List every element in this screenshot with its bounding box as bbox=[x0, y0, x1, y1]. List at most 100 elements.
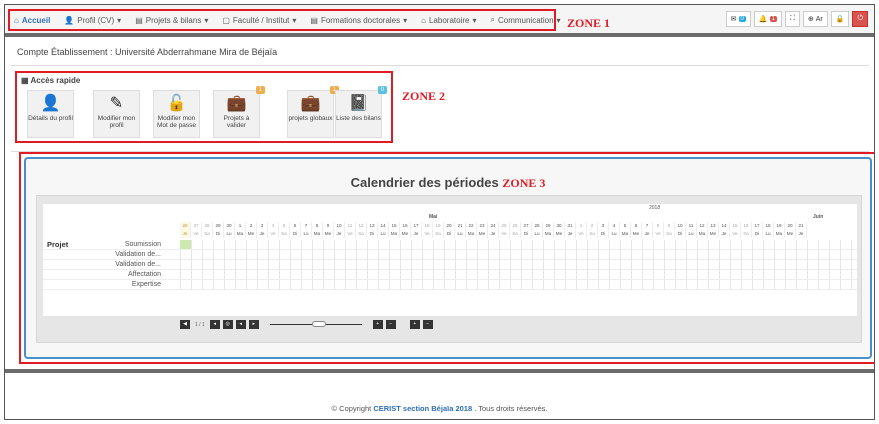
power-button[interactable]: ⏻ bbox=[852, 11, 868, 27]
year-label: 2018 bbox=[649, 205, 661, 211]
day-number-cell: 12 bbox=[697, 222, 708, 230]
month-row: Mai Juin bbox=[43, 213, 857, 222]
day-number-cell: 18 bbox=[422, 222, 433, 230]
day-number-cell: 9 bbox=[664, 222, 675, 230]
day-name-cell: Di bbox=[213, 230, 224, 238]
footer-org: CERIST section Béjaïa 2018 bbox=[373, 404, 473, 413]
prev-button[interactable]: ◂ bbox=[209, 320, 220, 329]
day-number-cell: 15 bbox=[730, 222, 741, 230]
day-name-cell: Ve bbox=[653, 230, 664, 238]
quick-access-title: ▦ Accès rapide bbox=[21, 76, 81, 85]
gantt-task-label: Validation de... bbox=[115, 251, 161, 258]
gantt-task-label: Validation de... bbox=[115, 261, 161, 268]
nav-item-label: Projets & bilans bbox=[145, 15, 202, 25]
calendar-panel: Calendrier des périodes ZONE 3 2018 Mai … bbox=[24, 157, 872, 359]
user-icon: 👤 bbox=[40, 95, 61, 112]
day-name-cell: Me bbox=[246, 230, 257, 238]
day-number-cell: 5 bbox=[620, 222, 631, 230]
zoom-in-button[interactable]: + bbox=[372, 320, 383, 329]
main-menu: ⌂ Accueil 👤 Profil (CV) ▾ ▤ Projets & bilans ▾ ▢… bbox=[8, 9, 561, 31]
day-number-cell: 4 bbox=[609, 222, 620, 230]
briefcase-icon: 💼 bbox=[300, 95, 321, 112]
nav-item-label: Communication bbox=[497, 15, 554, 25]
day-name-cell: Lu bbox=[378, 230, 389, 238]
nav-item-0[interactable]: ⌂ Accueil bbox=[14, 16, 50, 25]
quick-access-tile-5[interactable]: 📓 Liste des bilans 0 bbox=[335, 86, 387, 138]
top-navbar: ⌂ Accueil 👤 Profil (CV) ▾ ▤ Projets & bilans ▾ ▢… bbox=[5, 5, 874, 37]
app-window: ⌂ Accueil 👤 Profil (CV) ▾ ▤ Projets & bilans ▾ ▢… bbox=[4, 4, 875, 420]
gantt-task-label: Soumission bbox=[124, 241, 161, 248]
tile-label: projets globaux bbox=[288, 115, 333, 122]
day-number-cell: 4 bbox=[268, 222, 279, 230]
first-page-button[interactable]: ◀ bbox=[180, 320, 190, 329]
day-number-cell: 20 bbox=[785, 222, 796, 230]
scroll-right-button[interactable]: ▸ bbox=[248, 320, 259, 329]
today-button[interactable]: ◎ bbox=[222, 320, 233, 329]
nav-item-1[interactable]: 👤 Profil (CV) ▾ bbox=[64, 16, 121, 25]
gantt-task-row[interactable]: Validation de... bbox=[43, 260, 857, 270]
expand-icon: ⛶ bbox=[789, 15, 795, 22]
day-number-cell: 2 bbox=[246, 222, 257, 230]
zone-2-label: ZONE 2 bbox=[402, 89, 446, 103]
bell-icon: 🔔 bbox=[758, 16, 768, 23]
day-name-cell: Ve bbox=[422, 230, 433, 238]
gantt-task-row[interactable]: Affectation bbox=[43, 270, 857, 280]
tile-label: Liste des bilans bbox=[336, 115, 381, 122]
gantt-task-row[interactable]: Validation de... bbox=[43, 250, 857, 260]
building-icon: ▢ bbox=[222, 15, 230, 25]
year-row: 2018 bbox=[43, 204, 857, 213]
chevron-down-icon: ▾ bbox=[556, 15, 561, 25]
gantt-task-row[interactable]: Expertise bbox=[43, 280, 857, 290]
language-label: Ar bbox=[815, 15, 823, 23]
day-name-cell: Je bbox=[334, 230, 345, 238]
messages-button[interactable]: ✉ 0 bbox=[725, 11, 751, 27]
day-name-cell: Je bbox=[411, 230, 422, 238]
day-name-cell: Ma bbox=[543, 230, 554, 238]
gantt-task-grid bbox=[180, 250, 857, 259]
pencil-icon: ✎ bbox=[109, 95, 124, 112]
quick-access-zone: ▦ Accès rapide 👤 Détails du profil ✎ Modifi… bbox=[15, 71, 393, 143]
lock-button[interactable]: 🔒 bbox=[830, 11, 850, 27]
day-name-cell: Ve bbox=[499, 230, 510, 238]
month-label-juin: Juin bbox=[813, 214, 824, 220]
day-number-cell: 3 bbox=[257, 222, 268, 230]
nav-item-3[interactable]: ▢ Faculté / Institut ▾ bbox=[222, 16, 296, 25]
collapse-button[interactable]: − bbox=[422, 320, 433, 329]
nav-item-4[interactable]: ▤ Formations doctorales ▾ bbox=[310, 16, 407, 25]
nav-item-5[interactable]: ⌂ Laboratoire ▾ bbox=[421, 16, 476, 25]
nav-item-2[interactable]: ▤ Projets & bilans ▾ bbox=[135, 16, 208, 25]
grid-icon: ▦ bbox=[21, 76, 29, 85]
quick-access-tile-4[interactable]: 💼projets globaux1 bbox=[287, 86, 339, 138]
nav-item-label: Faculté / Institut bbox=[232, 15, 290, 25]
quick-access-tile-1[interactable]: ✎ Modifier mon profil bbox=[93, 90, 140, 138]
day-name-cell: Sa bbox=[587, 230, 598, 238]
month-label-mai: Mai bbox=[429, 214, 438, 220]
nav-item-6[interactable]: ⌕ Communication ▾ bbox=[490, 15, 560, 25]
scroll-left-button[interactable]: ◂ bbox=[235, 320, 246, 329]
nav-item-label: Formations doctorales bbox=[320, 15, 401, 25]
fullscreen-button[interactable]: ⛶ bbox=[784, 11, 800, 27]
day-name-cell: Ve bbox=[576, 230, 587, 238]
zone-3-label: ZONE 3 bbox=[502, 176, 546, 190]
day-number-cell: 1 bbox=[235, 222, 246, 230]
day-name-cell: Ma bbox=[389, 230, 400, 238]
tile-label: Modifier mon profil bbox=[97, 115, 136, 129]
day-number-cell: 21 bbox=[455, 222, 466, 230]
day-name-cell: Ve bbox=[191, 230, 202, 238]
day-number-cell: 8 bbox=[312, 222, 323, 230]
zoom-slider-knob[interactable] bbox=[311, 321, 326, 327]
notifications-button[interactable]: 🔔 1 bbox=[753, 11, 782, 27]
quick-access-tile-0[interactable]: 👤 Détails du profil bbox=[27, 90, 74, 138]
expand-button[interactable]: + bbox=[409, 320, 420, 329]
day-name-cell: Sa bbox=[433, 230, 444, 238]
gantt-task-grid bbox=[180, 280, 857, 289]
quick-access-tile-3[interactable]: 💼 Projets à valider 1 bbox=[213, 86, 265, 138]
day-number-cell: 28 bbox=[202, 222, 213, 230]
list-icon: ▤ bbox=[310, 15, 318, 25]
quick-access-tile-2[interactable]: 🔓 Modifier mon Mot de passe bbox=[153, 90, 200, 138]
gantt-task-row[interactable]: Projet Soumission bbox=[43, 240, 857, 250]
zoom-slider[interactable] bbox=[269, 320, 362, 329]
day-number-cell: 31 bbox=[565, 222, 576, 230]
zoom-out-button[interactable]: − bbox=[385, 320, 396, 329]
language-button[interactable]: ⊕ Ar bbox=[802, 11, 828, 27]
